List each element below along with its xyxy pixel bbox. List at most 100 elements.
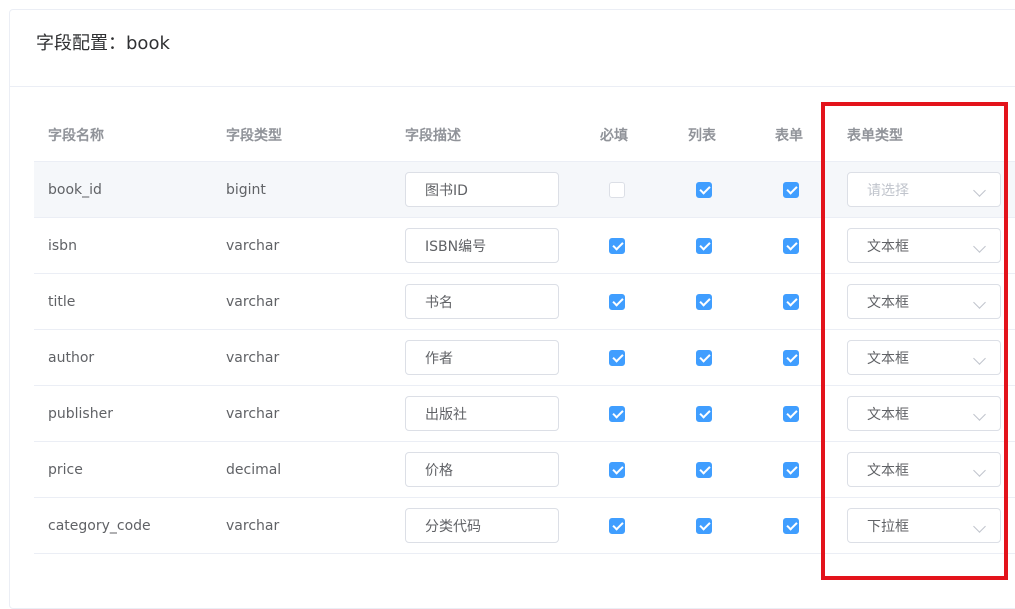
form-type-value: 下拉框: [867, 518, 909, 535]
list-checkbox[interactable]: [696, 293, 712, 310]
table-row: category_code varchar 分类代码 下拉框: [34, 498, 1015, 554]
form-checkbox[interactable]: [783, 293, 799, 310]
form-cell: [781, 218, 801, 273]
chevron-down-icon: [973, 520, 986, 533]
form-type-value: 文本框: [867, 406, 909, 423]
field-type-cell: varchar: [226, 330, 279, 385]
list-cell: [694, 274, 714, 329]
card-title: 字段配置：book: [36, 33, 170, 54]
form-type-cell: 文本框: [847, 442, 1001, 497]
field-name-cell: book_id: [48, 162, 102, 217]
field-name: price: [48, 461, 83, 478]
field-type-cell: varchar: [226, 274, 279, 329]
table-row: book_id bigint 图书ID 请选择: [34, 162, 1015, 218]
header-field-desc: 字段描述: [405, 127, 461, 144]
field-name: category_code: [48, 517, 151, 534]
table-header-row: 字段名称 字段类型 字段描述 必填 列表 表单 表单类型: [34, 108, 1015, 162]
form-cell: [781, 386, 801, 441]
form-type-select[interactable]: 请选择: [847, 172, 1001, 207]
field-desc-value: ISBN编号: [425, 238, 487, 255]
chevron-down-icon: [973, 184, 986, 197]
field-desc-value: 作者: [425, 350, 453, 367]
field-desc-input[interactable]: ISBN编号: [405, 228, 559, 263]
field-desc-cell: 图书ID: [405, 162, 559, 217]
field-name: title: [48, 293, 76, 310]
form-type-select[interactable]: 文本框: [847, 228, 1001, 263]
field-desc-cell: 价格: [405, 442, 559, 497]
required-checkbox[interactable]: [609, 349, 625, 366]
form-type-value: 文本框: [867, 294, 909, 311]
table-row: author varchar 作者 文本框: [34, 330, 1015, 386]
form-checkbox[interactable]: [783, 517, 799, 534]
field-name-cell: publisher: [48, 386, 113, 441]
required-checkbox[interactable]: [609, 237, 625, 254]
field-desc-input[interactable]: 图书ID: [405, 172, 559, 207]
field-name-cell: isbn: [48, 218, 77, 273]
required-checkbox[interactable]: [609, 461, 625, 478]
field-name-cell: category_code: [48, 498, 151, 553]
field-desc-cell: 书名: [405, 274, 559, 329]
field-name: book_id: [48, 181, 102, 198]
list-cell: [694, 218, 714, 273]
field-type-cell: varchar: [226, 498, 279, 553]
header-field-name: 字段名称: [48, 127, 104, 144]
field-desc-input[interactable]: 出版社: [405, 396, 559, 431]
list-checkbox[interactable]: [696, 517, 712, 534]
form-checkbox[interactable]: [783, 461, 799, 478]
field-desc-cell: 出版社: [405, 386, 559, 441]
field-desc-input[interactable]: 分类代码: [405, 508, 559, 543]
form-type-cell: 文本框: [847, 330, 1001, 385]
table-row: isbn varchar ISBN编号 文本框: [34, 218, 1015, 274]
field-desc-input[interactable]: 作者: [405, 340, 559, 375]
form-checkbox[interactable]: [783, 349, 799, 366]
form-checkbox[interactable]: [783, 237, 799, 254]
required-cell: [607, 442, 627, 497]
field-desc-value: 出版社: [425, 406, 467, 423]
field-type: bigint: [226, 181, 266, 198]
list-checkbox[interactable]: [696, 237, 712, 254]
required-checkbox[interactable]: [609, 293, 625, 310]
field-name: isbn: [48, 237, 77, 254]
form-checkbox[interactable]: [783, 181, 799, 198]
field-type-cell: varchar: [226, 386, 279, 441]
field-name-cell: title: [48, 274, 75, 329]
list-cell: [694, 386, 714, 441]
form-type-cell: 请选择: [847, 162, 1001, 217]
form-type-select[interactable]: 文本框: [847, 340, 1001, 375]
form-cell: [781, 442, 801, 497]
form-type-cell: 文本框: [847, 274, 1001, 329]
required-checkbox[interactable]: [609, 517, 625, 534]
list-checkbox[interactable]: [696, 461, 712, 478]
required-cell: [607, 218, 627, 273]
field-type-cell: bigint: [226, 162, 266, 217]
list-checkbox[interactable]: [696, 349, 712, 366]
field-desc-value: 书名: [425, 294, 453, 311]
header-list: 列表: [688, 127, 716, 144]
field-type-cell: decimal: [226, 442, 281, 497]
chevron-down-icon: [973, 296, 986, 309]
form-type-select[interactable]: 下拉框: [847, 508, 1001, 543]
form-type-value: 请选择: [867, 182, 909, 199]
chevron-down-icon: [973, 464, 986, 477]
required-checkbox[interactable]: [609, 405, 625, 422]
form-type-cell: 下拉框: [847, 498, 1001, 553]
form-cell: [781, 162, 801, 217]
form-type-select[interactable]: 文本框: [847, 396, 1001, 431]
field-name: publisher: [48, 405, 113, 422]
form-type-value: 文本框: [867, 350, 909, 367]
field-type: varchar: [226, 237, 280, 254]
field-type: varchar: [226, 405, 280, 422]
list-checkbox[interactable]: [696, 181, 712, 198]
field-type: varchar: [226, 293, 280, 310]
field-desc-input[interactable]: 书名: [405, 284, 559, 319]
field-desc-input[interactable]: 价格: [405, 452, 559, 487]
field-desc-value: 图书ID: [425, 182, 468, 199]
list-checkbox[interactable]: [696, 405, 712, 422]
form-checkbox[interactable]: [783, 405, 799, 422]
field-name: author: [48, 349, 95, 366]
table-row: publisher varchar 出版社 文本框: [34, 386, 1015, 442]
required-checkbox[interactable]: [609, 181, 625, 198]
form-type-select[interactable]: 文本框: [847, 452, 1001, 487]
field-desc-cell: ISBN编号: [405, 218, 559, 273]
form-type-select[interactable]: 文本框: [847, 284, 1001, 319]
